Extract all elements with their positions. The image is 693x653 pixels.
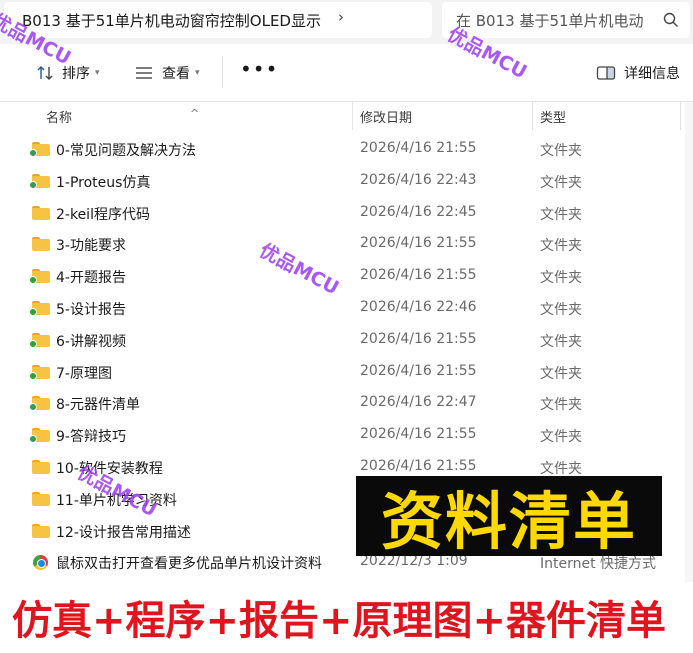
- column-divider[interactable]: [532, 102, 533, 130]
- file-date: 2026/4/16 22:47: [360, 394, 477, 411]
- promo-banner: 仿真+程序+报告+原理图+器件清单: [12, 598, 667, 644]
- folder-icon: [29, 332, 50, 348]
- folder-icon: [32, 237, 50, 252]
- column-header: ^ 名称 修改日期 类型: [0, 102, 693, 130]
- sort-label: 排序: [62, 66, 90, 82]
- details-pane-icon: [596, 66, 616, 80]
- chevron-down-icon: ▾: [95, 68, 100, 78]
- file-date: 2026/4/16 21:55: [360, 362, 477, 379]
- folder-icon: [29, 364, 50, 380]
- file-date: 2026/4/16 22:43: [360, 171, 477, 188]
- file-date: 2026/4/16 21:55: [360, 426, 477, 443]
- file-row[interactable]: 0-常见问题及解决方法 2026/4/16 21:55 文件夹: [0, 134, 693, 166]
- file-name: 8-元器件清单: [56, 397, 140, 414]
- file-row[interactable]: 5-设计报告 2026/4/16 22:46 文件夹: [0, 293, 693, 325]
- column-divider[interactable]: [352, 102, 353, 130]
- address-bar[interactable]: B013 基于51单片机电动窗帘控制OLED显示: [4, 2, 432, 38]
- folder-icon: [29, 396, 50, 412]
- file-row[interactable]: 9-答辩技巧 2026/4/16 21:55 文件夹: [0, 420, 693, 452]
- file-date: 2026/4/16 21:55: [360, 235, 477, 252]
- file-type: 文件夹: [540, 301, 582, 318]
- file-row[interactable]: 7-原理图 2026/4/16 21:55 文件夹: [0, 357, 693, 389]
- sort-ascending-icon: ^: [190, 107, 200, 120]
- folder-icon: [29, 173, 50, 189]
- chevron-down-icon: ▾: [195, 68, 200, 78]
- column-date[interactable]: 修改日期: [360, 107, 412, 126]
- file-name: 4-开题报告: [56, 270, 126, 287]
- folder-icon: [32, 491, 50, 506]
- chevron-right-icon[interactable]: ›: [338, 8, 344, 26]
- file-type: 文件夹: [540, 238, 582, 255]
- folder-icon: [32, 205, 50, 220]
- sort-button[interactable]: 排序 ▾: [36, 60, 100, 86]
- file-name: 2-keil程序代码: [56, 206, 150, 223]
- file-name: 7-原理图: [56, 365, 112, 382]
- toolbar: 排序 ▾ 查看 ▾ ••• 详细信息: [0, 44, 693, 102]
- file-row[interactable]: 8-元器件清单 2026/4/16 22:47 文件夹: [0, 388, 693, 420]
- file-name: 6-讲解视频: [56, 333, 126, 350]
- file-type: 文件夹: [540, 397, 582, 414]
- file-type: 文件夹: [540, 143, 582, 159]
- folder-icon: [32, 523, 50, 538]
- file-row[interactable]: 1-Proteus仿真 2026/4/16 22:43 文件夹: [0, 166, 693, 198]
- file-name: 1-Proteus仿真: [56, 174, 151, 191]
- file-row[interactable]: 3-功能要求 2026/4/16 21:55 文件夹: [0, 229, 693, 261]
- folder-icon: [29, 142, 50, 157]
- file-name: 5-设计报告: [56, 301, 126, 318]
- toolbar-divider: [222, 56, 223, 88]
- folder-icon: [29, 428, 50, 444]
- file-type: 文件夹: [540, 333, 582, 350]
- column-name[interactable]: 名称: [46, 107, 72, 126]
- internet-shortcut-icon: [33, 555, 48, 571]
- folder-icon: [32, 459, 50, 474]
- more-icon: •••: [240, 57, 279, 81]
- more-options-button[interactable]: •••: [240, 56, 278, 82]
- address-bar-region: B013 基于51单片机电动窗帘控制OLED显示 › 在 B013 基于51单片…: [0, 0, 693, 44]
- file-row[interactable]: 2-keil程序代码 2026/4/16 22:45 文件夹: [0, 198, 693, 230]
- file-name: 9-答辩技巧: [56, 429, 126, 446]
- file-row[interactable]: 4-开题报告 2026/4/16 21:55 文件夹: [0, 261, 693, 293]
- promo-title: 资料清单: [380, 485, 637, 558]
- file-type: 文件夹: [540, 206, 582, 223]
- file-type: 文件夹: [540, 429, 582, 446]
- sort-icon: [37, 66, 53, 80]
- column-divider[interactable]: [680, 102, 681, 130]
- file-type: 文件夹: [540, 174, 582, 191]
- details-pane-button[interactable]: 详细信息: [596, 60, 680, 86]
- folder-icon: [29, 300, 50, 316]
- address-path: B013 基于51单片机电动窗帘控制OLED显示: [22, 11, 321, 30]
- file-name: 鼠标双击打开查看更多优品单片机设计资料: [56, 556, 322, 573]
- file-row[interactable]: 6-讲解视频 2026/4/16 21:55 文件夹: [0, 325, 693, 357]
- file-date: 2026/4/16 22:46: [360, 298, 477, 315]
- view-label: 查看: [162, 66, 190, 82]
- file-date: 2026/4/16 21:55: [360, 267, 477, 284]
- file-type: 文件夹: [540, 365, 582, 382]
- view-button[interactable]: 查看 ▾: [134, 60, 200, 86]
- file-name: 3-功能要求: [56, 238, 126, 255]
- file-name: 0-常见问题及解决方法: [56, 143, 196, 159]
- view-list-icon: [136, 67, 152, 79]
- details-label: 详细信息: [624, 66, 680, 82]
- folder-icon: [29, 269, 50, 285]
- column-type[interactable]: 类型: [540, 107, 566, 126]
- file-type: 文件夹: [540, 270, 582, 287]
- file-date: 2026/4/16 21:55: [360, 140, 477, 156]
- search-placeholder: 在 B013 基于51单片机电动: [456, 11, 644, 30]
- file-date: 2026/4/16 21:55: [360, 330, 477, 347]
- file-date: 2026/4/16 22:45: [360, 203, 477, 220]
- file-name: 12-设计报告常用描述: [56, 524, 191, 541]
- search-icon: [663, 12, 678, 27]
